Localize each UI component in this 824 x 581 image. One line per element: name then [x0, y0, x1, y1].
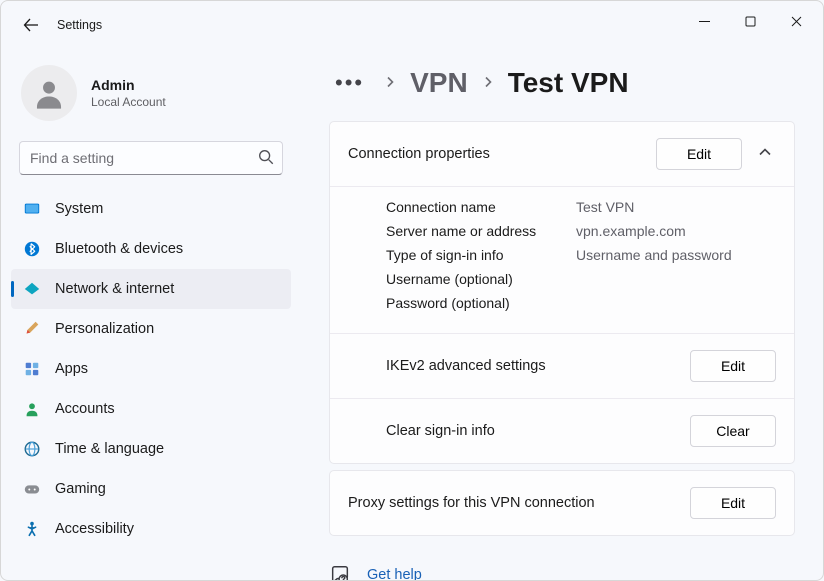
apps-icon — [23, 360, 41, 378]
prop-label: Username (optional) — [386, 271, 576, 287]
breadcrumb: ••• VPN Test VPN — [329, 53, 795, 121]
back-arrow-icon — [23, 17, 39, 33]
close-icon — [791, 16, 802, 27]
chevron-right-icon — [482, 75, 494, 91]
proxy-row[interactable]: Proxy settings for this VPN connection E… — [330, 471, 794, 535]
user-name: Admin — [91, 77, 166, 93]
sidebar-item-label: System — [55, 201, 103, 217]
help-chat-icon — [329, 564, 351, 580]
prop-value: Test VPN — [576, 199, 776, 215]
bluetooth-icon — [23, 240, 41, 258]
chevron-right-icon — [384, 75, 396, 91]
maximize-icon — [745, 16, 756, 27]
ikev2-row: IKEv2 advanced settings Edit — [330, 333, 794, 398]
sidebar-item-apps[interactable]: Apps — [11, 349, 291, 389]
sidebar-item-personalization[interactable]: Personalization — [11, 309, 291, 349]
prop-value — [576, 295, 776, 311]
sidebar-item-label: Network & internet — [55, 281, 174, 297]
titlebar: Settings — [1, 1, 823, 49]
get-help-link[interactable]: Get help — [367, 567, 422, 580]
chevron-up-icon[interactable] — [758, 145, 776, 163]
sidebar-item-time-language[interactable]: Time & language — [11, 429, 291, 469]
prop-value — [576, 271, 776, 287]
maximize-button[interactable] — [727, 5, 773, 37]
connection-properties-body: Connection name Test VPN Server name or … — [330, 186, 794, 333]
sidebar-item-gaming[interactable]: Gaming — [11, 469, 291, 509]
sidebar-item-network[interactable]: Network & internet — [11, 269, 291, 309]
clock-globe-icon — [23, 440, 41, 458]
accounts-icon — [23, 400, 41, 418]
prop-label: Connection name — [386, 199, 576, 215]
minimize-icon — [699, 16, 710, 27]
edit-proxy-button[interactable]: Edit — [690, 487, 776, 519]
connection-properties-header[interactable]: Connection properties Edit — [330, 122, 794, 186]
sidebar-item-accounts[interactable]: Accounts — [11, 389, 291, 429]
app-title: Settings — [57, 18, 102, 32]
row-title: IKEv2 advanced settings — [386, 358, 546, 374]
row-title: Proxy settings for this VPN connection — [348, 495, 595, 511]
section-title: Connection properties — [348, 146, 490, 162]
sidebar-item-label: Gaming — [55, 481, 106, 497]
sidebar-item-bluetooth[interactable]: Bluetooth & devices — [11, 229, 291, 269]
prop-value: vpn.example.com — [576, 223, 776, 239]
sidebar-item-label: Accounts — [55, 401, 115, 417]
avatar — [21, 65, 77, 121]
breadcrumb-overflow[interactable]: ••• — [329, 68, 370, 98]
prop-label: Type of sign-in info — [386, 247, 576, 263]
sidebar-item-label: Personalization — [55, 321, 154, 337]
sidebar: Admin Local Account System Bluetooth & d… — [1, 49, 301, 580]
prop-label: Password (optional) — [386, 295, 576, 311]
sidebar-item-label: Bluetooth & devices — [55, 241, 183, 257]
close-button[interactable] — [773, 5, 819, 37]
search-input[interactable] — [19, 141, 283, 175]
window-controls — [681, 13, 819, 37]
sidebar-item-accessibility[interactable]: Accessibility — [11, 509, 291, 549]
get-help-row: Get help — [329, 542, 795, 580]
prop-label: Server name or address — [386, 223, 576, 239]
content: ••• VPN Test VPN Connection properties E… — [301, 49, 823, 580]
display-icon — [23, 200, 41, 218]
accessibility-icon — [23, 520, 41, 538]
user-subtitle: Local Account — [91, 95, 166, 109]
sidebar-item-label: Apps — [55, 361, 88, 377]
sidebar-item-label: Time & language — [55, 441, 164, 457]
page-title: Test VPN — [508, 67, 629, 99]
sidebar-item-label: Accessibility — [55, 521, 134, 537]
minimize-button[interactable] — [681, 5, 727, 37]
nav-list: System Bluetooth & devices Network & int… — [9, 189, 293, 549]
row-title: Clear sign-in info — [386, 423, 495, 439]
clear-signin-row: Clear sign-in info Clear — [330, 398, 794, 463]
wifi-icon — [23, 280, 41, 298]
search-icon — [257, 148, 275, 166]
edit-connection-button[interactable]: Edit — [656, 138, 742, 170]
proxy-card: Proxy settings for this VPN connection E… — [329, 470, 795, 536]
search — [19, 141, 283, 175]
connection-properties-card: Connection properties Edit Connection na… — [329, 121, 795, 464]
breadcrumb-link-vpn[interactable]: VPN — [410, 67, 468, 99]
prop-value: Username and password — [576, 247, 776, 263]
paintbrush-icon — [23, 320, 41, 338]
back-button[interactable] — [13, 7, 49, 43]
edit-ikev2-button[interactable]: Edit — [690, 350, 776, 382]
user-profile[interactable]: Admin Local Account — [9, 57, 293, 141]
gamepad-icon — [23, 480, 41, 498]
sidebar-item-system[interactable]: System — [11, 189, 291, 229]
clear-signin-button[interactable]: Clear — [690, 415, 776, 447]
person-icon — [32, 76, 66, 110]
